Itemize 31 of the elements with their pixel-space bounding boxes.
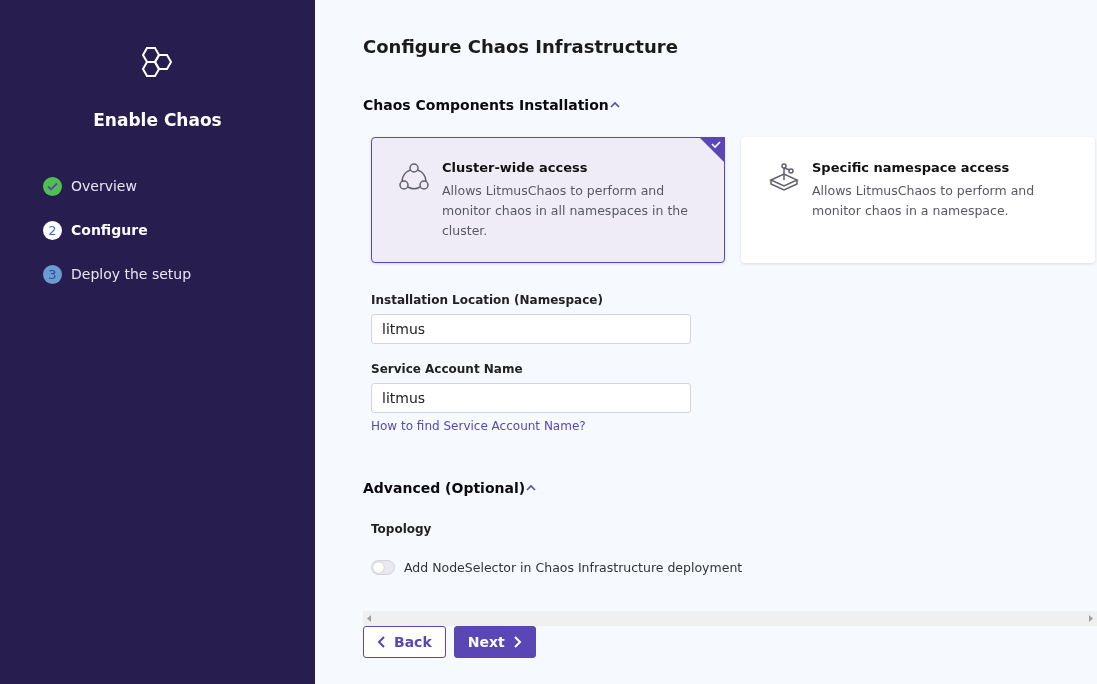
option-title: Cluster-wide access (442, 160, 589, 175)
joystick-icon (768, 160, 800, 194)
option-description: Allows LitmusChaos to perform and monitor chaos in a namespace. (812, 182, 1036, 220)
step-number: 2 (43, 220, 62, 240)
step-label[interactable]: Overview (71, 178, 137, 194)
access-option-card[interactable]: Specific namespace access Allows LitmusChaos to perform and monitor chaos in a namespace. (741, 137, 1095, 263)
step-number: 3 (43, 264, 62, 284)
chevron-left-icon (377, 636, 386, 648)
sidebar-title: Enable Chaos (93, 110, 222, 130)
topology-label: Topology (371, 522, 433, 536)
help-link[interactable]: How to find Service Account Name? (371, 419, 586, 433)
access-option-card[interactable]: Cluster-wide access Allows LitmusChaos to perform and monitor chaos in all namespaces in the cluster. (371, 137, 725, 263)
input-field[interactable]: litmus (371, 314, 691, 344)
next-button[interactable]: Next (453, 626, 536, 658)
caret-icon[interactable] (608, 101, 621, 109)
toggle-switch[interactable] (371, 560, 395, 575)
chevron-right-icon (512, 636, 522, 648)
page-title: Configure Chaos Infrastructure (363, 36, 679, 57)
caret-icon[interactable] (525, 484, 538, 492)
option-description: Allows LitmusChaos to perform and monitor chaos in all namespaces in the cluster. (442, 182, 689, 240)
selected-check-icon (699, 137, 725, 163)
section-heading: Chaos Components Installation (363, 97, 609, 113)
step-label[interactable]: Configure (71, 222, 148, 238)
step-label[interactable]: Deploy the setup (71, 266, 192, 282)
section-heading: Advanced (Optional) (363, 480, 526, 496)
option-title: Specific namespace access (812, 160, 1011, 175)
toggle-label: Add NodeSelector in Chaos Infrastructure deployment (404, 560, 743, 575)
back-button[interactable]: Back (363, 626, 446, 658)
input-field[interactable]: litmus (371, 383, 691, 413)
field-label: Installation Location (Namespace) (371, 293, 604, 307)
field-label: Service Account Name (371, 362, 524, 376)
